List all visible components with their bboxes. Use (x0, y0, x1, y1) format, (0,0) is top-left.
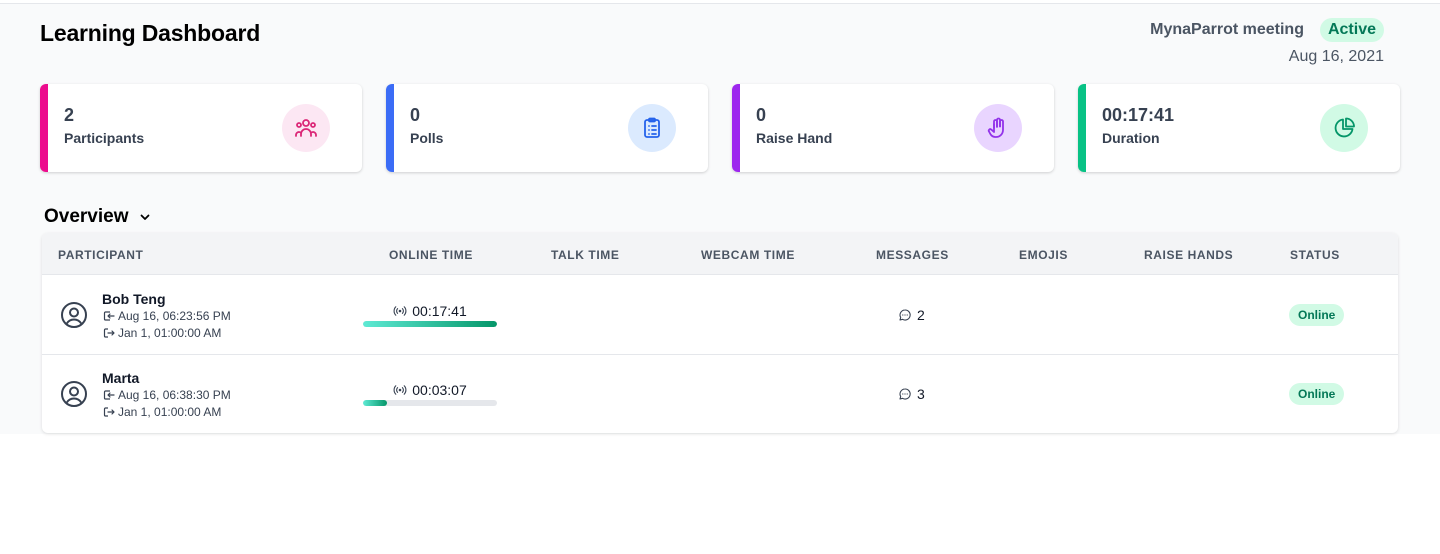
header-messages[interactable]: MESSAGES (876, 248, 949, 262)
left-time: Jan 1, 01:00:00 AM (102, 405, 221, 419)
left-time: Jan 1, 01:00:00 AM (102, 326, 221, 340)
pie-chart-icon (1320, 104, 1368, 152)
clipboard-list-icon (628, 104, 676, 152)
messages-cell: 3 (898, 386, 925, 402)
joined-time: Aug 16, 06:38:30 PM (102, 388, 231, 402)
user-avatar-icon (61, 381, 87, 407)
online-progress-bar (363, 321, 497, 327)
online-progress-fill (363, 321, 497, 327)
status-badge: Online (1289, 383, 1345, 405)
meeting-name: MynaParrot meeting (1150, 21, 1304, 38)
raise-hand-count: 0 (756, 105, 767, 125)
messages-count: 3 (917, 386, 925, 402)
chat-bubble-icon (899, 388, 911, 400)
card-accent-bar (732, 84, 740, 172)
online-progress-fill (363, 400, 388, 406)
header-online-time[interactable]: ONLINE TIME (389, 248, 473, 262)
duration-label: Duration (1102, 130, 1160, 146)
overview-title: Overview (44, 206, 129, 227)
users-icon (282, 104, 330, 152)
header-participant[interactable]: PARTICIPANT (58, 248, 144, 262)
raise-hand-card[interactable]: 0 Raise Hand (732, 84, 1054, 172)
card-accent-bar (1078, 84, 1086, 172)
meeting-status-badge: Active (1319, 18, 1384, 42)
header-status[interactable]: STATUS (1290, 248, 1340, 262)
table-row[interactable]: Bob Teng Aug 16, 06:23:56 PM Jan 1, 01:0… (42, 276, 1398, 355)
online-time-value: 00:03:07 (412, 382, 467, 398)
broadcast-icon (393, 306, 407, 316)
summary-cards: 2 Participants 0 Polls 0 Raise Hand 00:1… (40, 84, 1400, 172)
duration-card[interactable]: 00:17:41 Duration (1078, 84, 1400, 172)
header-talk-time[interactable]: TALK TIME (551, 248, 620, 262)
table-row[interactable]: Marta Aug 16, 06:38:30 PM Jan 1, 01:00:0… (42, 355, 1398, 433)
table-header: PARTICIPANT ONLINE TIME TALK TIME WEBCAM… (42, 233, 1398, 275)
header-raise-hands[interactable]: RAISE HANDS (1144, 248, 1233, 262)
joined-time-text: Aug 16, 06:38:30 PM (118, 388, 231, 402)
page-title: Learning Dashboard (40, 20, 261, 46)
online-time-cell: 00:17:41 (363, 303, 497, 327)
login-icon (103, 311, 115, 321)
card-accent-bar (40, 84, 48, 172)
logout-icon (103, 328, 115, 338)
polls-label: Polls (410, 130, 444, 146)
broadcast-icon (393, 385, 407, 395)
left-time-text: Jan 1, 01:00:00 AM (118, 326, 222, 340)
login-icon (103, 390, 115, 400)
header-webcam-time[interactable]: WEBCAM TIME (701, 248, 795, 262)
chevron-down-icon (140, 214, 149, 220)
participants-card[interactable]: 2 Participants (40, 84, 362, 172)
user-avatar-icon (61, 302, 87, 328)
overview-dropdown[interactable]: Overview (44, 206, 151, 228)
header-emojis[interactable]: EMOJIS (1019, 248, 1068, 262)
joined-time: Aug 16, 06:23:56 PM (102, 309, 231, 323)
messages-count: 2 (917, 307, 925, 323)
participants-count: 2 (64, 105, 75, 125)
logout-icon (103, 407, 115, 417)
online-time-value: 00:17:41 (412, 303, 467, 319)
duration-value: 00:17:41 (1102, 105, 1175, 125)
card-accent-bar (386, 84, 394, 172)
left-time-text: Jan 1, 01:00:00 AM (118, 405, 222, 419)
meeting-date: Aug 16, 2021 (1288, 48, 1384, 65)
polls-count: 0 (410, 105, 421, 125)
participants-table: PARTICIPANT ONLINE TIME TALK TIME WEBCAM… (42, 233, 1398, 433)
status-badge: Online (1289, 304, 1345, 326)
polls-card[interactable]: 0 Polls (386, 84, 708, 172)
online-progress-bar (363, 400, 497, 406)
participants-label: Participants (64, 130, 145, 146)
dashboard-page: Learning Dashboard MynaParrot meeting Ac… (0, 4, 1440, 434)
online-time-cell: 00:03:07 (363, 382, 497, 406)
participant-name: Marta (102, 370, 140, 386)
joined-time-text: Aug 16, 06:23:56 PM (118, 309, 231, 323)
chat-bubble-icon (899, 309, 911, 321)
hand-icon (974, 104, 1022, 152)
meeting-info: MynaParrot meeting Active (1150, 18, 1384, 42)
messages-cell: 2 (898, 307, 925, 323)
participant-name: Bob Teng (102, 291, 166, 307)
raise-hand-label: Raise Hand (756, 130, 833, 146)
